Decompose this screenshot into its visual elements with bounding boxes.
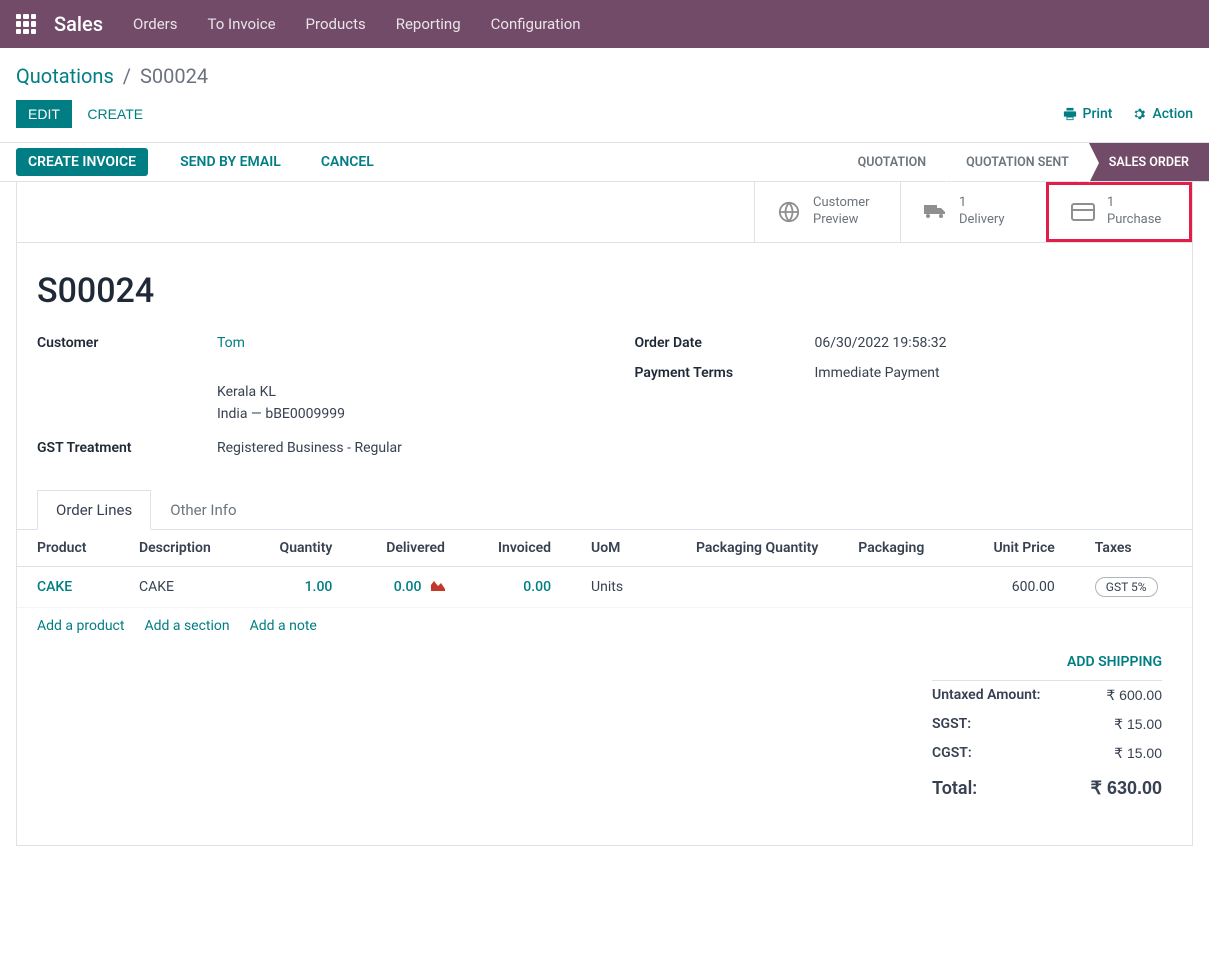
untaxed-label: Untaxed Amount: xyxy=(932,687,1041,704)
brand-label[interactable]: Sales xyxy=(54,12,103,36)
order-date-value: 06/30/2022 19:58:32 xyxy=(815,335,1173,351)
customer-preview-l2: Preview xyxy=(813,212,870,229)
customer-name-link[interactable]: Tom xyxy=(217,335,245,351)
add-section-link[interactable]: Add a section xyxy=(144,618,229,634)
add-note-link[interactable]: Add a note xyxy=(250,618,317,634)
cell-packaging xyxy=(838,566,959,607)
cgst-label: CGST: xyxy=(932,745,972,762)
purchase-label: Purchase xyxy=(1107,212,1161,229)
tab-order-lines[interactable]: Order Lines xyxy=(37,490,151,530)
cell-tax-badge[interactable]: GST 5% xyxy=(1095,577,1158,597)
order-date-label: Order Date xyxy=(635,335,815,351)
cell-invoiced[interactable]: 0.00 xyxy=(523,579,551,595)
form-sheet: Customer Preview 1 Delivery 1 Purchase S… xyxy=(16,182,1193,846)
th-invoiced[interactable]: Invoiced xyxy=(465,530,571,567)
cancel-button[interactable]: CANCEL xyxy=(313,150,382,174)
totals-block: ADD SHIPPING Untaxed Amount: ₹ 600.00 SG… xyxy=(17,654,1192,805)
apps-icon[interactable] xyxy=(16,14,36,34)
tab-other-info[interactable]: Other Info xyxy=(151,490,255,529)
nav-reporting[interactable]: Reporting xyxy=(396,15,461,33)
add-shipping-button[interactable]: ADD SHIPPING xyxy=(932,654,1162,681)
nav-to-invoice[interactable]: To Invoice xyxy=(208,15,276,33)
breadcrumb-row: Quotations / S00024 xyxy=(0,48,1209,88)
create-button[interactable]: CREATE xyxy=(75,100,155,128)
gst-label: GST Treatment xyxy=(37,440,217,456)
nav-orders[interactable]: Orders xyxy=(133,15,178,33)
tabs: Order Lines Other Info xyxy=(17,490,1192,530)
gear-icon xyxy=(1132,107,1146,121)
cell-uom: Units xyxy=(571,566,653,607)
total-label: Total: xyxy=(932,778,977,799)
fields-grid: Customer Tom Kerala KL India — bBE000999… xyxy=(17,335,1192,490)
stat-button-row: Customer Preview 1 Delivery 1 Purchase xyxy=(17,182,1192,243)
document-title: S00024 xyxy=(17,243,1192,335)
untaxed-value: ₹ 600.00 xyxy=(1106,687,1162,704)
truck-icon xyxy=(923,200,947,224)
action-label: Action xyxy=(1152,106,1193,122)
purchase-button[interactable]: 1 Purchase xyxy=(1046,182,1192,242)
edit-button[interactable]: EDIT xyxy=(16,100,72,128)
gst-value: Registered Business - Regular xyxy=(217,440,575,456)
cell-pack-qty xyxy=(653,566,838,607)
th-uom[interactable]: UoM xyxy=(571,530,653,567)
th-pack-qty[interactable]: Packaging Quantity xyxy=(653,530,838,567)
sgst-label: SGST: xyxy=(932,716,971,733)
sgst-value: ₹ 15.00 xyxy=(1114,716,1162,733)
action-button[interactable]: Action xyxy=(1132,106,1193,122)
th-delivered[interactable]: Delivered xyxy=(352,530,465,567)
status-bar: CREATE INVOICE SEND BY EMAIL CANCEL QUOT… xyxy=(0,142,1209,182)
forecast-chart-icon[interactable] xyxy=(431,579,445,595)
send-by-email-button[interactable]: SEND BY EMAIL xyxy=(172,150,289,174)
order-lines-table: Product Description Quantity Delivered I… xyxy=(17,530,1192,654)
customer-addr1: Kerala KL xyxy=(217,381,575,403)
delivery-button[interactable]: 1 Delivery xyxy=(900,182,1046,242)
top-nav: Sales Orders To Invoice Products Reporti… xyxy=(0,0,1209,48)
globe-icon xyxy=(777,200,801,224)
nav-configuration[interactable]: Configuration xyxy=(491,15,581,33)
cell-unit-price: 600.00 xyxy=(959,566,1075,607)
payment-terms-label: Payment Terms xyxy=(635,365,815,381)
table-row[interactable]: CAKE CAKE 1.00 0.00 0.00 Units 600.00 GS… xyxy=(17,566,1192,607)
print-label: Print xyxy=(1083,106,1113,122)
breadcrumb-root[interactable]: Quotations xyxy=(16,64,114,88)
breadcrumb-sep: / xyxy=(123,64,131,88)
customer-preview-l1: Customer xyxy=(813,195,870,212)
th-product[interactable]: Product xyxy=(17,530,119,567)
cell-product[interactable]: CAKE xyxy=(37,579,72,595)
customer-label: Customer xyxy=(37,335,217,351)
delivery-count: 1 xyxy=(959,195,1005,212)
th-packaging[interactable]: Packaging xyxy=(838,530,959,567)
customer-preview-button[interactable]: Customer Preview xyxy=(754,182,900,242)
total-value: ₹ 630.00 xyxy=(1090,778,1162,799)
delivery-label: Delivery xyxy=(959,212,1005,229)
create-invoice-button[interactable]: CREATE INVOICE xyxy=(16,148,148,176)
breadcrumb-current: S00024 xyxy=(140,64,208,88)
th-quantity[interactable]: Quantity xyxy=(247,530,353,567)
status-quotation[interactable]: QUOTATION xyxy=(838,143,947,181)
action-row: EDIT CREATE Print Action xyxy=(0,88,1209,142)
th-description[interactable]: Description xyxy=(119,530,247,567)
print-icon xyxy=(1063,107,1077,121)
th-taxes[interactable]: Taxes xyxy=(1075,530,1192,567)
print-button[interactable]: Print xyxy=(1063,106,1113,122)
customer-addr2: India — bBE0009999 xyxy=(217,403,575,425)
cell-quantity[interactable]: 1.00 xyxy=(305,579,333,595)
nav-products[interactable]: Products xyxy=(306,15,366,33)
cgst-value: ₹ 15.00 xyxy=(1114,745,1162,762)
purchase-count: 1 xyxy=(1107,195,1161,212)
status-sales-order[interactable]: SALES ORDER xyxy=(1089,143,1209,181)
cell-description: CAKE xyxy=(119,566,247,607)
status-quotation-sent[interactable]: QUOTATION SENT xyxy=(946,143,1089,181)
payment-terms-value: Immediate Payment xyxy=(815,365,1173,381)
credit-card-icon xyxy=(1071,200,1095,224)
th-unit-price[interactable]: Unit Price xyxy=(959,530,1075,567)
breadcrumb: Quotations / S00024 xyxy=(16,64,208,88)
cell-delivered[interactable]: 0.00 xyxy=(394,579,422,595)
add-product-link[interactable]: Add a product xyxy=(37,618,124,634)
